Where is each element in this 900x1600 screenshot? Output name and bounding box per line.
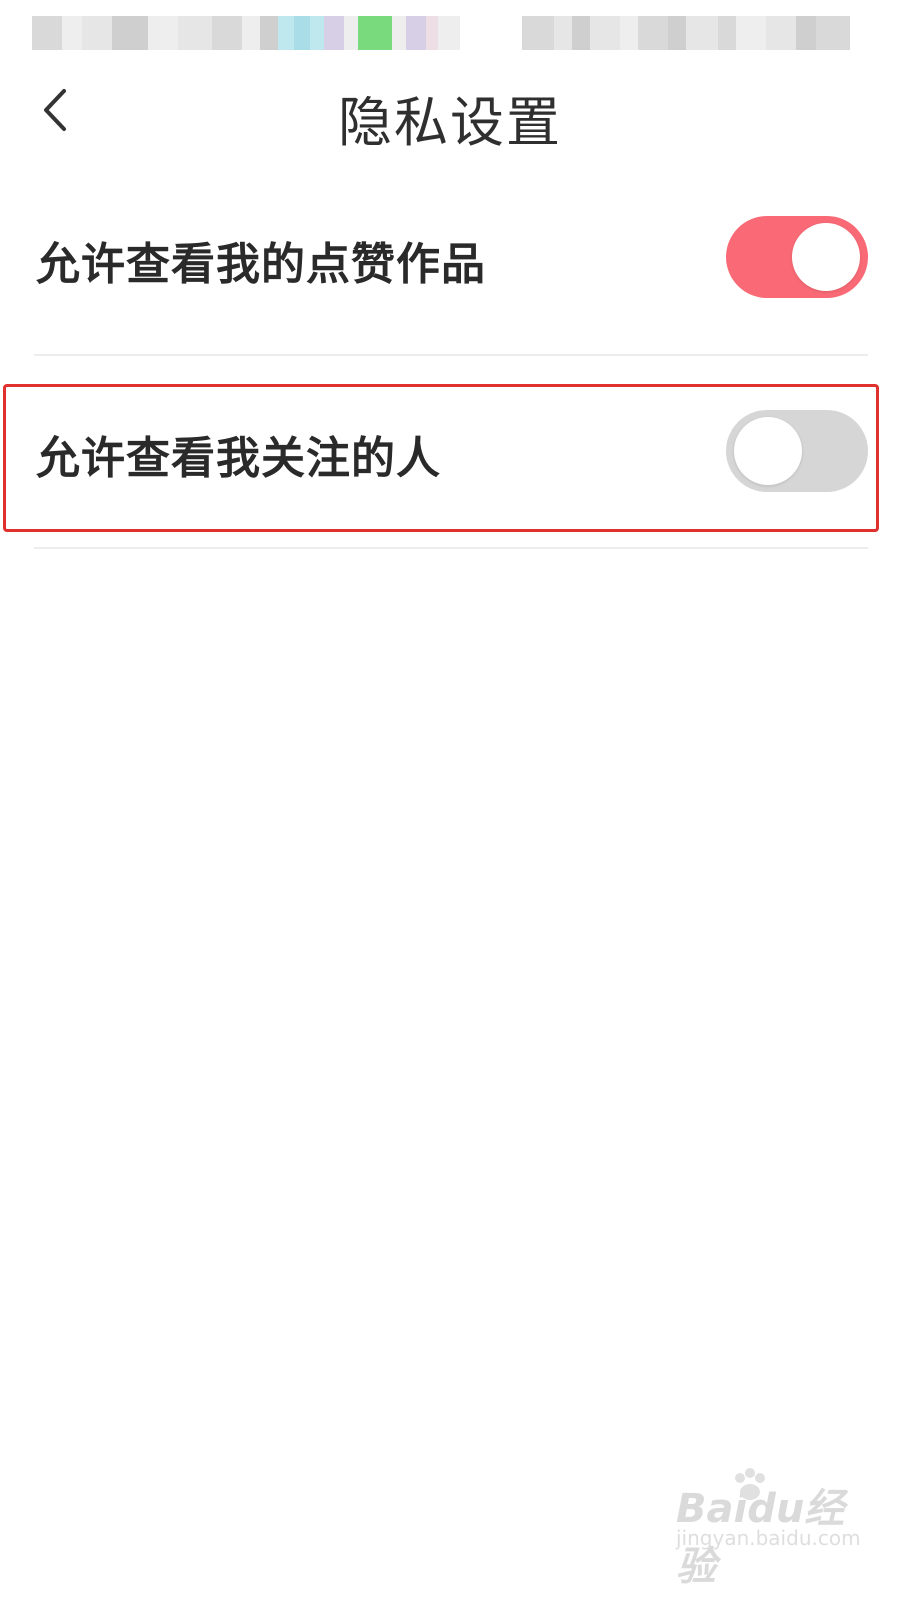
setting-label: 允许查看我的点赞作品 xyxy=(36,239,486,290)
status-bar xyxy=(0,0,900,60)
setting-label: 允许查看我关注的人 xyxy=(36,433,441,484)
following-toggle[interactable] xyxy=(726,410,868,492)
page-title: 隐私设置 xyxy=(338,91,562,154)
divider xyxy=(34,547,868,549)
toggle-knob xyxy=(734,417,802,485)
paw-icon xyxy=(735,1468,765,1500)
setting-row-liked-works: 允许查看我的点赞作品 xyxy=(0,168,900,358)
setting-row-following: 允许查看我关注的人 xyxy=(0,362,900,552)
divider xyxy=(34,354,868,356)
liked-works-toggle[interactable] xyxy=(726,216,868,298)
nav-bar: 隐私设置 xyxy=(0,62,900,166)
toggle-knob xyxy=(792,223,860,291)
privacy-settings-page: 隐私设置 允许查看我的点赞作品 允许查看我关注的人 Baidu经验 jingya… xyxy=(0,0,900,1600)
watermark-url: jingyan.baidu.com xyxy=(676,1526,861,1550)
watermark: Baidu经验 jingyan.baidu.com xyxy=(676,1466,861,1590)
